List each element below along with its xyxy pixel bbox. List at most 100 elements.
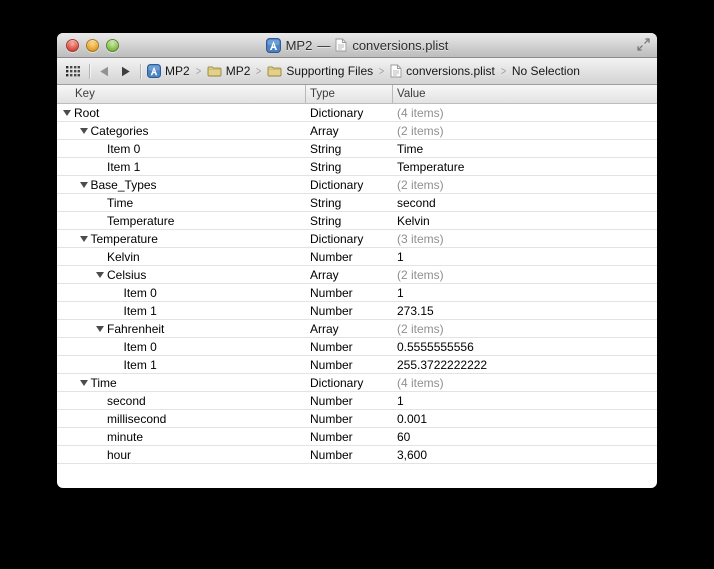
key-cell: minute: [57, 430, 305, 444]
table-row[interactable]: Temperature String Kelvin: [57, 212, 657, 230]
type-cell[interactable]: Number: [305, 448, 392, 462]
value-cell[interactable]: Temperature: [392, 160, 657, 174]
disclosure-triangle-icon[interactable]: [96, 200, 107, 206]
fullscreen-icon[interactable]: [636, 37, 651, 52]
value-cell[interactable]: 1: [392, 286, 657, 300]
type-cell[interactable]: Array: [305, 322, 392, 336]
table-row[interactable]: Time Dictionary (4 items): [57, 374, 657, 392]
zoom-button[interactable]: [106, 38, 119, 52]
related-items-icon[interactable]: [63, 65, 83, 77]
value-cell[interactable]: 1: [392, 394, 657, 408]
forward-button[interactable]: [118, 66, 134, 77]
table-row[interactable]: Item 0 Number 0.5555555556: [57, 338, 657, 356]
type-cell[interactable]: Dictionary: [305, 376, 392, 390]
table-row[interactable]: Base_Types Dictionary (2 items): [57, 176, 657, 194]
type-cell[interactable]: Number: [305, 250, 392, 264]
disclosure-triangle-icon[interactable]: [113, 290, 124, 296]
table-row[interactable]: Fahrenheit Array (2 items): [57, 320, 657, 338]
table-row[interactable]: Temperature Dictionary (3 items): [57, 230, 657, 248]
disclosure-triangle-icon[interactable]: [63, 109, 74, 116]
disclosure-triangle-icon[interactable]: [79, 235, 91, 242]
table-row[interactable]: Root Dictionary (4 items): [57, 104, 657, 122]
type-cell[interactable]: String: [305, 214, 392, 228]
table-row[interactable]: hour Number 3,600: [57, 446, 657, 464]
table-row[interactable]: millisecond Number 0.001: [57, 410, 657, 428]
type-cell[interactable]: Number: [305, 412, 392, 426]
breadcrumb-item-mp2[interactable]: MP2: [147, 64, 190, 78]
value-cell[interactable]: 60: [392, 430, 657, 444]
disclosure-triangle-icon[interactable]: [96, 146, 107, 152]
type-cell[interactable]: String: [305, 160, 392, 174]
disclosure-triangle-icon[interactable]: [79, 127, 91, 134]
type-cell[interactable]: Array: [305, 268, 392, 282]
type-cell[interactable]: Dictionary: [305, 178, 392, 192]
table-row[interactable]: Item 1 Number 255.3722222222: [57, 356, 657, 374]
project-icon: [147, 64, 161, 78]
breadcrumb-item-no-selection[interactable]: No Selection: [512, 64, 580, 78]
minimize-button[interactable]: [86, 38, 99, 52]
window-titlebar[interactable]: MP2 — conversions.plist: [57, 33, 657, 58]
disclosure-triangle-icon[interactable]: [96, 164, 107, 170]
value-cell[interactable]: 0.001: [392, 412, 657, 426]
key-label: Item 1: [123, 303, 157, 318]
table-row[interactable]: Item 1 String Temperature: [57, 158, 657, 176]
disclosure-triangle-icon[interactable]: [96, 218, 107, 224]
value-cell[interactable]: (2 items): [392, 322, 657, 336]
type-cell[interactable]: Number: [305, 340, 392, 354]
breadcrumb-item-supporting-files[interactable]: Supporting Files: [267, 64, 373, 78]
table-row[interactable]: Item 0 String Time: [57, 140, 657, 158]
disclosure-triangle-icon[interactable]: [96, 254, 107, 260]
table-row[interactable]: second Number 1: [57, 392, 657, 410]
disclosure-triangle-icon[interactable]: [79, 379, 91, 386]
value-cell[interactable]: Time: [392, 142, 657, 156]
table-row[interactable]: Celsius Array (2 items): [57, 266, 657, 284]
disclosure-triangle-icon[interactable]: [113, 344, 124, 350]
back-button[interactable]: [96, 66, 112, 77]
table-row[interactable]: Kelvin Number 1: [57, 248, 657, 266]
value-cell[interactable]: (2 items): [392, 268, 657, 282]
table-row[interactable]: Item 0 Number 1: [57, 284, 657, 302]
type-cell[interactable]: Dictionary: [305, 106, 392, 120]
disclosure-triangle-icon[interactable]: [96, 416, 107, 422]
type-cell[interactable]: String: [305, 196, 392, 210]
value-cell[interactable]: 0.5555555556: [392, 340, 657, 354]
key-cell: Item 1: [57, 304, 305, 318]
close-button[interactable]: [66, 38, 79, 52]
value-cell[interactable]: 255.3722222222: [392, 358, 657, 372]
value-cell[interactable]: (4 items): [392, 106, 657, 120]
value-cell[interactable]: 1: [392, 250, 657, 264]
disclosure-triangle-icon[interactable]: [113, 362, 124, 368]
breadcrumb-item-mp2[interactable]: MP2: [207, 64, 250, 78]
type-cell[interactable]: Dictionary: [305, 232, 392, 246]
type-cell[interactable]: Number: [305, 430, 392, 444]
value-cell[interactable]: (2 items): [392, 124, 657, 138]
type-cell[interactable]: Number: [305, 304, 392, 318]
disclosure-triangle-icon[interactable]: [96, 434, 107, 440]
value-cell[interactable]: (2 items): [392, 178, 657, 192]
type-cell[interactable]: Array: [305, 124, 392, 138]
disclosure-triangle-icon[interactable]: [96, 325, 107, 332]
type-cell[interactable]: Number: [305, 286, 392, 300]
disclosure-triangle-icon[interactable]: [79, 181, 91, 188]
value-cell[interactable]: 273.15: [392, 304, 657, 318]
value-cell[interactable]: 3,600: [392, 448, 657, 462]
table-row[interactable]: Item 1 Number 273.15: [57, 302, 657, 320]
table-row[interactable]: Time String second: [57, 194, 657, 212]
type-cell[interactable]: String: [305, 142, 392, 156]
value-cell[interactable]: second: [392, 196, 657, 210]
type-cell[interactable]: Number: [305, 394, 392, 408]
table-row[interactable]: minute Number 60: [57, 428, 657, 446]
table-row[interactable]: Categories Array (2 items): [57, 122, 657, 140]
type-cell[interactable]: Number: [305, 358, 392, 372]
disclosure-triangle-icon[interactable]: [96, 452, 107, 458]
title-separator: —: [317, 37, 331, 53]
disclosure-triangle-icon[interactable]: [96, 271, 107, 278]
value-cell[interactable]: (3 items): [392, 232, 657, 246]
breadcrumb-item-conversions-plist[interactable]: conversions.plist: [390, 64, 495, 78]
disclosure-triangle-icon[interactable]: [96, 398, 107, 404]
value-cell[interactable]: (4 items): [392, 376, 657, 390]
disclosure-triangle-icon[interactable]: [113, 308, 124, 314]
value-cell[interactable]: Kelvin: [392, 214, 657, 228]
